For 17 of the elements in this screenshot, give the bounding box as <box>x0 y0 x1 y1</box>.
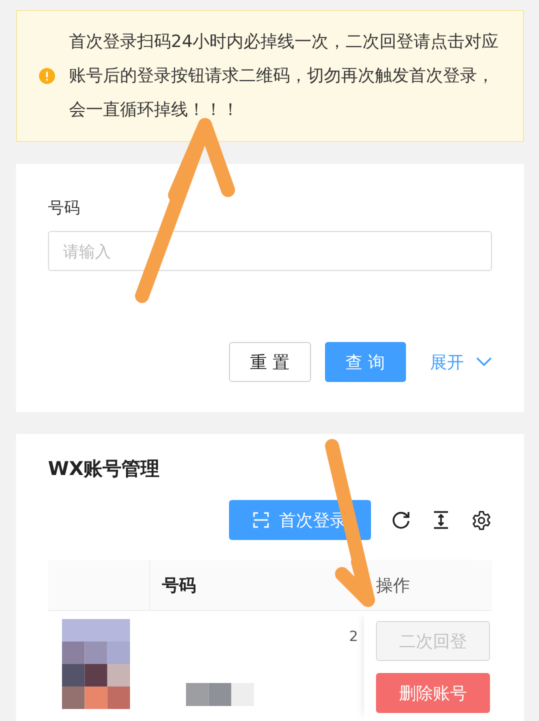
refresh-icon[interactable] <box>391 510 411 530</box>
input-field[interactable]: 请输入 <box>48 231 492 271</box>
notice-text: 首次登录扫码24小时内必掉线一次，二次回登请点击对应账号后的登录按钮请求二维码，切勿再次触发首次登录，会一直循环掉线！！！ <box>69 31 500 122</box>
warning-icon <box>39 68 55 84</box>
settings-icon[interactable] <box>471 510 492 530</box>
caret-icon <box>476 357 492 367</box>
expand-link[interactable]: 展开 <box>430 350 492 374</box>
delete-account-button[interactable]: 删除账号 <box>376 673 490 713</box>
field-label: 号码 <box>48 198 81 219</box>
query-button[interactable]: 查 询 <box>324 342 406 382</box>
reset-button[interactable]: 重 置 <box>229 342 311 382</box>
column-header: 号码 <box>162 574 196 596</box>
column-height-icon[interactable] <box>431 510 451 530</box>
column-header: 操作 <box>376 574 410 596</box>
table-title: WX账号管理 <box>48 457 161 482</box>
table-cell: 2 <box>349 629 358 645</box>
scan-icon <box>253 512 269 528</box>
